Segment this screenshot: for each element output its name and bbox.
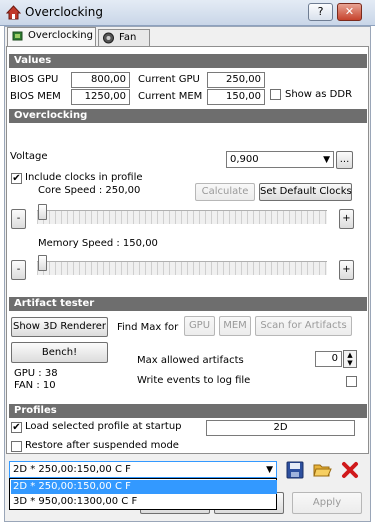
- gpu-temp-readout: GPU : 38: [14, 368, 58, 379]
- restore-suspend-label: Restore after suspended mode: [25, 440, 179, 451]
- apply-button[interactable]: Apply: [292, 492, 362, 514]
- startup-profile-field[interactable]: 2D: [206, 420, 355, 436]
- close-icon: ✕: [344, 5, 355, 18]
- artifact-tester-header: Artifact tester: [9, 297, 367, 311]
- chip-icon: [12, 31, 23, 41]
- core-minus-button[interactable]: -: [11, 209, 26, 229]
- voltage-more-button[interactable]: ...: [336, 151, 353, 169]
- voltage-value: 0,900: [230, 154, 259, 165]
- find-max-gpu-button[interactable]: GPU: [184, 316, 215, 336]
- help-button[interactable]: ?: [308, 3, 333, 21]
- calculate-button[interactable]: Calculate: [195, 183, 255, 201]
- find-max-mem-button[interactable]: MEM: [219, 316, 251, 336]
- bios-gpu-field[interactable]: 800,00: [71, 72, 130, 88]
- profile-select[interactable]: 2D * 250,00:150,00 C F ▼: [9, 461, 277, 478]
- check-icon: ✔: [12, 422, 21, 433]
- profile-option[interactable]: 3D * 950,00:1300,00 C F: [11, 495, 277, 509]
- voltage-label: Voltage: [10, 151, 48, 162]
- show-ddr-label: Show as DDR: [285, 89, 353, 100]
- folder-open-icon: [313, 464, 332, 477]
- show-3d-renderer-button[interactable]: Show 3D Renderer: [11, 317, 108, 337]
- load-startup-checkbox[interactable]: ✔: [11, 422, 22, 433]
- profile-select-value: 2D * 250,00:150,00 C F: [13, 464, 131, 475]
- profile-dropdown-list: 2D * 250,00:150,00 C F 3D * 950,00:1300,…: [9, 478, 277, 510]
- write-events-label: Write events to log file: [137, 375, 251, 386]
- app-icon: [6, 5, 21, 20]
- current-gpu-field[interactable]: 250,00: [207, 72, 265, 88]
- title-bar: Overclocking ? ✕: [0, 0, 375, 26]
- check-icon: ✔: [12, 173, 21, 184]
- tab-fan[interactable]: Fan: [98, 29, 150, 47]
- current-mem-field[interactable]: 150,00: [207, 89, 265, 105]
- spin-down-icon: ▼: [347, 359, 353, 367]
- core-plus-button[interactable]: +: [339, 209, 354, 229]
- max-allowed-field[interactable]: 0: [315, 351, 342, 367]
- max-allowed-spinner[interactable]: ▲ ▼: [343, 350, 357, 368]
- memory-speed-label: Memory Speed : 150,00: [38, 238, 158, 249]
- include-clocks-checkbox[interactable]: ✔: [11, 173, 22, 184]
- max-allowed-label: Max allowed artifacts: [137, 355, 244, 366]
- include-clocks-label: Include clocks in profile: [25, 172, 143, 183]
- values-header: Values: [9, 54, 367, 68]
- show-ddr-checkbox[interactable]: [270, 89, 281, 100]
- restore-suspend-checkbox[interactable]: [11, 441, 22, 452]
- current-gpu-label: Current GPU: [138, 74, 200, 85]
- save-icon: [286, 461, 304, 479]
- help-icon: ?: [317, 5, 324, 18]
- fan-readout: FAN : 10: [14, 380, 56, 391]
- bios-gpu-label: BIOS GPU: [10, 74, 59, 85]
- scan-artifacts-button[interactable]: Scan for Artifacts: [255, 316, 352, 336]
- set-default-clocks-button[interactable]: Set Default Clocks: [259, 183, 352, 201]
- tab-overclocking[interactable]: Overclocking: [7, 27, 96, 46]
- profile-option[interactable]: 2D * 250,00:150,00 C F: [11, 480, 277, 494]
- tab-label: Fan: [119, 32, 137, 43]
- overclocking-panel: [6, 46, 369, 454]
- fan-icon: [103, 32, 114, 44]
- chevron-down-icon: ▼: [323, 155, 330, 165]
- window-title: Overclocking: [25, 5, 103, 19]
- memory-minus-button[interactable]: -: [11, 260, 26, 280]
- overclocking-header: Overclocking: [9, 109, 367, 123]
- core-speed-slider[interactable]: [37, 210, 327, 224]
- close-button[interactable]: ✕: [337, 3, 362, 21]
- delete-icon: [342, 462, 358, 478]
- spin-up-icon: ▲: [347, 351, 353, 359]
- bench-button[interactable]: Bench!: [11, 342, 108, 363]
- voltage-select[interactable]: 0,900 ▼: [226, 151, 334, 168]
- core-speed-label: Core Speed : 250,00: [38, 185, 141, 196]
- write-events-checkbox[interactable]: [346, 376, 357, 387]
- memory-speed-slider[interactable]: [37, 261, 327, 275]
- bios-mem-field[interactable]: 1250,00: [71, 89, 130, 105]
- save-profile-button[interactable]: [285, 460, 305, 480]
- core-slider-thumb[interactable]: [38, 204, 47, 220]
- tab-label: Overclocking: [28, 30, 93, 41]
- memory-plus-button[interactable]: +: [339, 260, 354, 280]
- profiles-header: Profiles: [9, 404, 367, 418]
- memory-slider-thumb[interactable]: [38, 255, 47, 271]
- delete-profile-button[interactable]: [340, 460, 360, 480]
- bios-mem-label: BIOS MEM: [10, 91, 61, 102]
- chevron-down-icon: ▼: [266, 465, 273, 475]
- open-profile-button[interactable]: [312, 460, 332, 480]
- current-mem-label: Current MEM: [138, 91, 203, 102]
- find-max-label: Find Max for: [117, 322, 179, 333]
- load-startup-label: Load selected profile at startup: [25, 421, 182, 432]
